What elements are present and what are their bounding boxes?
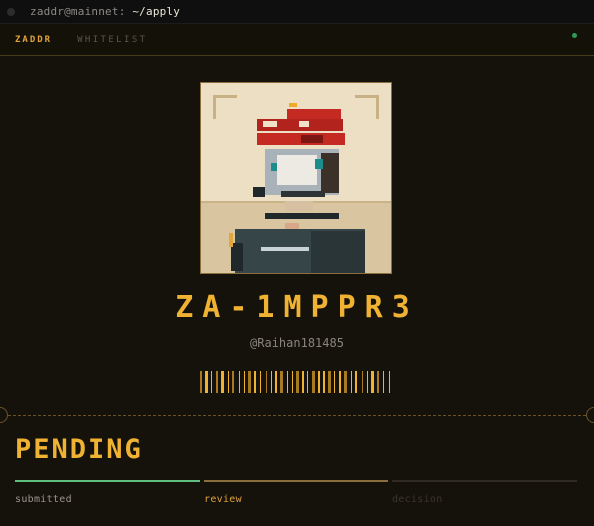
barcode-bar [280, 371, 283, 393]
step-track-review [204, 480, 388, 482]
pixel-face-light [277, 155, 317, 185]
pixel-hat-light [299, 121, 309, 127]
barcode-bar [367, 371, 368, 393]
status-dot-icon [572, 33, 577, 38]
pixel-hat-tip [289, 103, 297, 107]
barcode-bar [351, 371, 352, 393]
pixel-arm [231, 243, 243, 271]
brand-logo-text[interactable]: ZADDR [15, 35, 52, 45]
prompt-user-host: zaddr@mainnet: [30, 5, 126, 18]
avatar-portrait [200, 82, 392, 274]
barcode-bar [287, 371, 288, 393]
step-track-submitted [15, 480, 200, 482]
pixel-chin [285, 201, 313, 211]
barcode-bar [318, 371, 320, 393]
barcode-bar [216, 371, 218, 393]
ticket-divider [8, 415, 586, 416]
barcode-bar [266, 371, 267, 393]
pixel-mouth [281, 191, 325, 197]
step-track-decision [392, 480, 577, 482]
barcode-bar [371, 371, 374, 393]
step-label-submitted: submitted [15, 494, 72, 505]
barcode-bar [244, 371, 245, 393]
barcode-bar [292, 371, 293, 393]
barcode-bar [232, 371, 234, 393]
barcode-bar [362, 371, 363, 393]
prompt-path: ~/apply [132, 5, 181, 18]
frame-corner-icon [355, 95, 379, 119]
frame-corner-icon [213, 95, 237, 119]
pixel-light-stripe [261, 247, 309, 251]
pixel-hat-top [287, 109, 341, 119]
barcode-bar [228, 371, 229, 393]
pixel-body-dark [311, 231, 365, 273]
barcode-bar [377, 371, 379, 393]
barcode-bar [271, 371, 272, 393]
top-nav: ZADDR WHITELIST [0, 24, 594, 56]
nav-link-whitelist[interactable]: WHITELIST [77, 35, 147, 45]
barcode-graphic [200, 371, 390, 393]
barcode-bar [205, 371, 208, 393]
terminal-title-bar: zaddr@mainnet: ~/apply [0, 0, 594, 24]
terminal-prompt: zaddr@mainnet: ~/apply [30, 5, 180, 18]
barcode-bar [339, 371, 341, 393]
pixel-face-shadow [321, 153, 339, 193]
barcode-bar [389, 371, 390, 393]
barcode-bar [200, 371, 202, 393]
barcode-bar [328, 371, 331, 393]
barcode-bar [334, 371, 335, 393]
barcode-bar [254, 371, 256, 393]
pixel-hat-light [263, 121, 277, 127]
barcode-bar [344, 371, 347, 393]
barcode-bar [275, 371, 277, 393]
pixel-accent [229, 233, 233, 247]
barcode-bar [221, 371, 224, 393]
barcode-bar [302, 371, 304, 393]
pixel-ear [253, 187, 265, 197]
step-label-review: review [204, 494, 242, 505]
pixel-collar [265, 213, 339, 219]
barcode-bar [355, 371, 357, 393]
barcode-bar [307, 371, 308, 393]
pixel-eye-right [315, 159, 323, 169]
step-label-decision: decision [392, 494, 443, 505]
pixel-eye-left [271, 163, 277, 171]
pixel-hat-shade [301, 135, 323, 143]
barcode-bar [211, 371, 212, 393]
barcode-bar [248, 371, 251, 393]
barcode-bar [296, 371, 299, 393]
barcode-bar [260, 371, 261, 393]
ticket-notch-right [586, 407, 594, 423]
user-handle[interactable]: @Raihan181485 [0, 336, 594, 350]
window-dot-icon[interactable] [7, 7, 15, 16]
token-id-title: ZA-1MPPR3 [175, 290, 419, 325]
application-status: PENDING [15, 434, 143, 465]
ticket-notch-left [0, 407, 8, 423]
barcode-bar [312, 371, 315, 393]
barcode-bar [239, 371, 240, 393]
barcode-bar [383, 371, 384, 393]
barcode-bar [323, 371, 325, 393]
